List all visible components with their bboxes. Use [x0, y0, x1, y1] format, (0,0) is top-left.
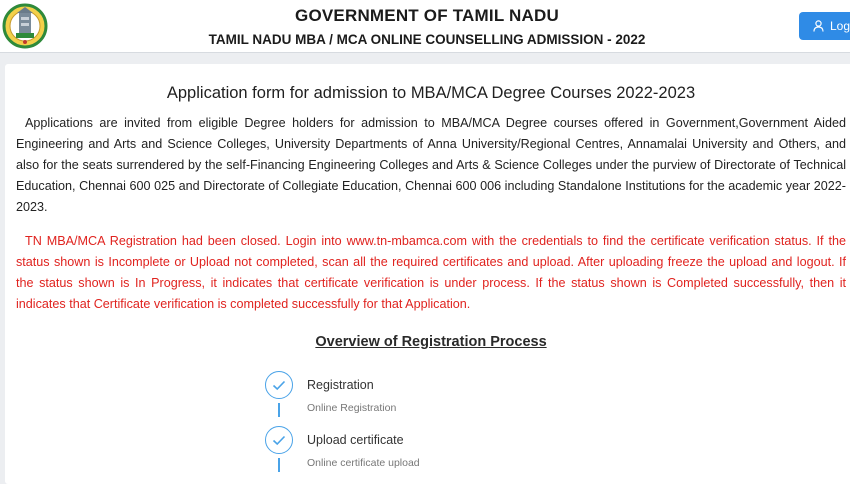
government-title: GOVERNMENT OF TAMIL NADU	[295, 6, 559, 25]
overview-heading: Overview of Registration Process	[315, 334, 547, 350]
step-check-icon	[265, 371, 293, 399]
top-header: GOVERNMENT OF TAMIL NADU TAMIL NADU MBA …	[0, 0, 850, 53]
step-title-registration: Registration	[307, 378, 374, 392]
login-label: Login	[830, 19, 850, 33]
step-subtitle-registration: Online Registration	[307, 402, 397, 414]
step-check-icon	[265, 426, 293, 454]
counselling-subtitle: TAMIL NADU MBA / MCA ONLINE COUNSELLING …	[208, 32, 646, 47]
login-button[interactable]: Login	[799, 12, 850, 40]
form-title: Application form for admission to MBA/MC…	[166, 84, 696, 102]
user-icon	[813, 20, 824, 32]
intro-paragraph: Applications are invited from eligible D…	[16, 116, 846, 214]
step-connector	[278, 403, 280, 417]
step-connector	[278, 458, 280, 472]
step-subtitle-upload: Online certificate upload	[307, 457, 420, 469]
registration-notice: TN MBA/MCA Registration had been closed.…	[16, 234, 846, 311]
step-title-upload: Upload certificate	[307, 433, 404, 447]
